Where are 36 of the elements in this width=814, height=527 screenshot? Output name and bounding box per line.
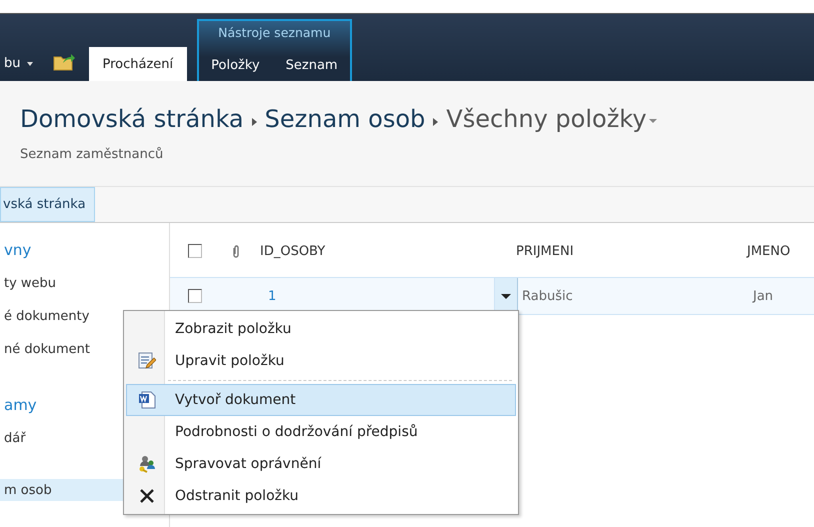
caret-icon[interactable] [648,119,657,123]
context-group-title: Nástroje seznamu [217,24,332,40]
folder-arrow-icon[interactable] [52,51,74,71]
ribbon-tab[interactable]: Procházení [88,47,188,81]
edit-list-icon [138,352,156,370]
paperclip-icon [232,244,240,258]
table-row[interactable]: 1 Rabušic Jan [170,277,814,315]
breadcrumb-separator-icon [433,118,438,126]
column-header[interactable]: JMENO [747,244,790,258]
menu-item[interactable]: Podrobnosti o dodržování předpisů [126,416,516,448]
breadcrumb-link[interactable]: Domovská stránka [20,105,244,133]
menu-item[interactable]: Spravovat oprávnění [126,448,516,480]
menu-item[interactable]: Zobrazit položku [126,313,516,345]
menu-item[interactable]: Upravit položku [126,345,516,377]
breadcrumb-separator-icon [252,118,257,126]
quick-launch-link[interactable]: ty webu [0,267,169,300]
caret-icon [26,62,32,66]
column-header[interactable]: ID_OSOBY [260,244,516,258]
quick-launch-heading[interactable]: vny [0,241,169,267]
breadcrumb-link[interactable]: Seznam osob [264,105,426,133]
people-key-icon [138,455,156,473]
row-checkbox[interactable] [188,289,202,303]
ribbon-tab[interactable]: Seznam [274,51,350,81]
table-cell-text: Rabušic [522,288,574,304]
menu-item[interactable]: Vytvoř dokument [126,384,516,416]
delete-icon [140,489,154,503]
column-header[interactable]: PRIJMENI [516,244,747,258]
table-cell: Jan [753,288,774,304]
select-all-checkbox[interactable] [188,244,202,258]
ribbon-tab[interactable]: Položky [199,51,272,81]
view-title[interactable]: Všechny položky [446,105,647,133]
list-description: Seznam zaměstnanců [20,147,164,162]
top-nav-link[interactable]: vská stránka [0,187,95,222]
site-actions-menu[interactable]: bu [0,56,40,81]
word-document-icon [138,391,156,409]
table-cell[interactable]: 1 [268,288,494,304]
